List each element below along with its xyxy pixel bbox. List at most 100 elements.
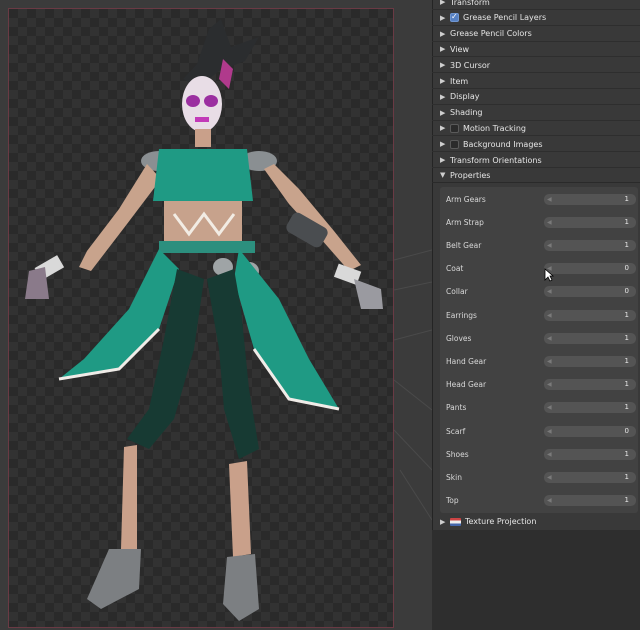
decrement-arrow-icon[interactable]: ◀ xyxy=(547,286,552,297)
panel-shading[interactable]: ▶ Shading xyxy=(432,106,640,121)
panel-empty-area xyxy=(432,530,640,630)
property-row-top: Top ◀ 1 xyxy=(440,491,638,511)
triangle-right-icon: ▶ xyxy=(440,45,446,54)
property-value: 1 xyxy=(624,496,629,505)
property-label: Hand Gear xyxy=(446,356,487,366)
decrement-arrow-icon[interactable]: ◀ xyxy=(547,426,552,437)
decrement-arrow-icon[interactable]: ◀ xyxy=(547,495,552,506)
property-value: 1 xyxy=(624,217,629,226)
triangle-right-icon: ▶ xyxy=(440,61,446,70)
property-value: 1 xyxy=(624,403,629,412)
property-row-shoes: Shoes ◀ 1 xyxy=(440,444,638,464)
property-row-head-gear: Head Gear ◀ 1 xyxy=(440,375,638,395)
head-gear-value-field[interactable]: ◀ 1 xyxy=(544,379,636,391)
panel-label: Grease Pencil Layers xyxy=(463,13,547,23)
property-row-collar: Collar ◀ 0 xyxy=(440,282,638,302)
panel-label: Item xyxy=(450,76,469,86)
property-label: Gloves xyxy=(446,333,472,343)
triangle-right-icon: ▶ xyxy=(440,124,446,133)
property-value: 1 xyxy=(624,194,629,203)
decrement-arrow-icon[interactable]: ◀ xyxy=(547,240,552,251)
grease-pencil-layers-checkbox[interactable] xyxy=(450,12,459,23)
character-model xyxy=(25,19,383,621)
property-label: Belt Gear xyxy=(446,240,482,250)
property-label: Arm Gears xyxy=(446,194,486,204)
3d-viewport[interactable] xyxy=(0,0,432,630)
mouse-pointer-icon xyxy=(544,268,554,282)
triangle-right-icon: ▶ xyxy=(440,77,446,85)
gloves-value-field[interactable]: ◀ 1 xyxy=(544,332,636,344)
property-label: Earrings xyxy=(446,310,477,320)
arm-gears-value-field[interactable]: ◀ 1 xyxy=(544,193,636,205)
panel-transform-orientations[interactable]: ▶ Transform Orientations xyxy=(432,153,640,168)
pants-value-field[interactable]: ◀ 1 xyxy=(544,402,636,414)
property-label: Skin xyxy=(446,472,462,482)
top-value-field[interactable]: ◀ 1 xyxy=(544,495,636,507)
properties-header-label: Properties xyxy=(450,170,491,180)
decrement-arrow-icon[interactable]: ◀ xyxy=(547,449,552,460)
arm-strap-value-field[interactable]: ◀ 1 xyxy=(544,216,636,228)
scarf-value-field[interactable]: ◀ 0 xyxy=(544,425,636,437)
belt-gear-value-field[interactable]: ◀ 1 xyxy=(544,239,636,251)
motion-tracking-checkbox[interactable] xyxy=(450,123,459,133)
property-label: Arm Strap xyxy=(446,217,484,227)
background-images-checkbox[interactable] xyxy=(450,139,459,149)
panel-label: Transform xyxy=(450,0,490,7)
property-row-coat: Coat ◀ 0 xyxy=(440,259,638,279)
panel-item[interactable]: ▶ Item xyxy=(432,74,640,89)
property-value: 0 xyxy=(624,426,629,435)
property-value: 0 xyxy=(624,264,629,273)
decrement-arrow-icon[interactable]: ◀ xyxy=(547,194,552,205)
decrement-arrow-icon[interactable]: ◀ xyxy=(547,217,552,228)
skin-value-field[interactable]: ◀ 1 xyxy=(544,471,636,483)
decrement-arrow-icon[interactable]: ◀ xyxy=(547,356,552,367)
triangle-right-icon: ▶ xyxy=(440,29,446,38)
panel-label: Motion Tracking xyxy=(463,123,526,133)
coat-value-field[interactable]: ◀ 0 xyxy=(544,263,636,275)
panel-label: View xyxy=(450,44,469,54)
panel-label: 3D Cursor xyxy=(450,60,491,70)
decrement-arrow-icon[interactable]: ◀ xyxy=(547,472,552,483)
triangle-down-icon: ▼ xyxy=(440,171,446,179)
panel-view[interactable]: ▶ View xyxy=(432,42,640,58)
triangle-right-icon: ▶ xyxy=(440,140,446,149)
hand-gear-value-field[interactable]: ◀ 1 xyxy=(544,355,636,367)
property-row-pants: Pants ◀ 1 xyxy=(440,398,638,418)
property-row-arm-strap: Arm Strap ◀ 1 xyxy=(440,212,638,232)
property-value: 1 xyxy=(624,449,629,458)
decrement-arrow-icon[interactable]: ◀ xyxy=(547,333,552,344)
texture-projection-panel[interactable]: ▶ Texture Projection xyxy=(432,514,640,529)
property-label: Coat xyxy=(446,264,464,274)
panel-label: Grease Pencil Colors xyxy=(450,29,532,39)
property-value: 1 xyxy=(624,333,629,342)
panel-motion-tracking[interactable]: ▶ Motion Tracking xyxy=(432,121,640,137)
panel-label: Transform Orientations xyxy=(450,155,542,165)
panel-grease-pencil-layers[interactable]: ▶ Grease Pencil Layers xyxy=(432,11,640,26)
panel-label: Background Images xyxy=(463,139,543,149)
property-row-arm-gears: Arm Gears ◀ 1 xyxy=(440,189,638,209)
panel-display[interactable]: ▶ Display xyxy=(432,90,640,105)
panel-label: Display xyxy=(450,92,480,102)
panel-grease-pencil-colors[interactable]: ▶ Grease Pencil Colors xyxy=(432,27,640,42)
shoes-value-field[interactable]: ◀ 1 xyxy=(544,448,636,460)
camera-render-frame xyxy=(8,8,394,628)
property-label: Scarf xyxy=(446,426,466,436)
properties-panel-header[interactable]: ▼ Properties xyxy=(432,168,640,183)
earrings-value-field[interactable]: ◀ 1 xyxy=(544,309,636,321)
panel-transform[interactable]: ▶ Transform xyxy=(432,0,640,10)
property-label: Head Gear xyxy=(446,380,487,390)
texture-flag-icon xyxy=(450,517,461,526)
decrement-arrow-icon[interactable]: ◀ xyxy=(547,402,552,413)
decrement-arrow-icon[interactable]: ◀ xyxy=(547,379,552,390)
property-value: 0 xyxy=(624,287,629,296)
property-value: 1 xyxy=(624,380,629,389)
decrement-arrow-icon[interactable]: ◀ xyxy=(547,310,552,321)
property-row-earrings: Earrings ◀ 1 xyxy=(440,305,638,325)
collar-value-field[interactable]: ◀ 0 xyxy=(544,286,636,298)
triangle-right-icon: ▶ xyxy=(440,108,446,117)
panel-label: Shading xyxy=(450,108,483,118)
panel-background-images[interactable]: ▶ Background Images xyxy=(432,137,640,153)
triangle-right-icon: ▶ xyxy=(440,156,446,164)
property-label: Top xyxy=(446,496,459,506)
panel-3d-cursor[interactable]: ▶ 3D Cursor xyxy=(432,58,640,74)
